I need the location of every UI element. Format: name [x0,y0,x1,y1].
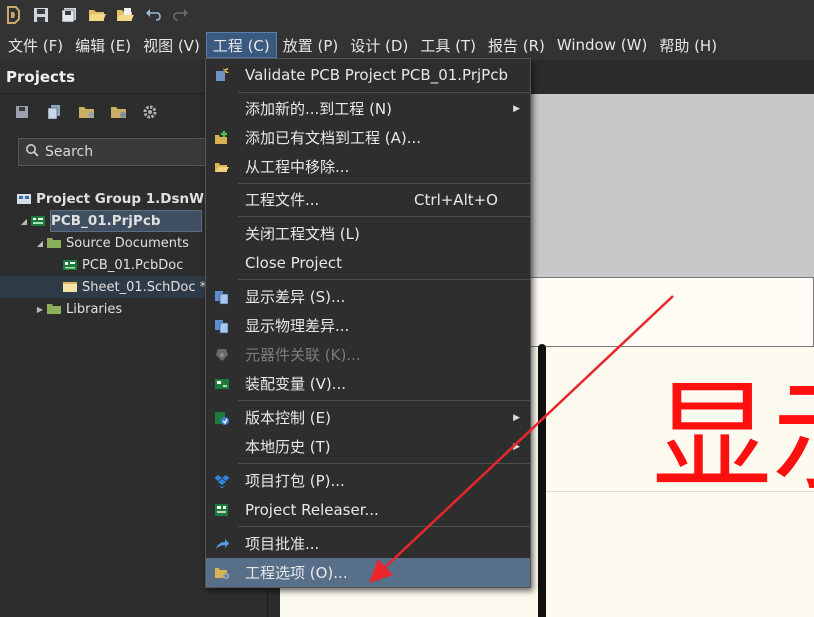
menu-item-remove-from-project[interactable]: 从工程中移除... [206,152,530,181]
tree-label-libraries: Libraries [66,301,123,317]
open-folder-icon[interactable] [88,6,106,24]
tree-label-project-group: Project Group 1.DsnWrk [36,191,220,207]
menu-item-project-options[interactable]: 工程选项 (O)... [206,558,530,587]
tree-label-sch-doc: Sheet_01.SchDoc * [82,279,207,295]
menu-place[interactable]: 放置 (P) [277,32,345,58]
menu-item-add-new[interactable]: 添加新的...到工程 (N) ▶ [206,94,530,123]
pcb-document-icon [62,259,78,271]
menu-item-version-control[interactable]: 版本控制 (E) ▶ [206,403,530,432]
menu-tools[interactable]: 工具 (T) [414,32,482,58]
folder-settings-icon[interactable] [110,104,128,122]
collapse-arrow-icon[interactable]: ◢ [18,217,30,226]
version-control-icon [214,410,230,426]
tree-label-source-documents: Source Documents [66,235,189,251]
pcb-project-icon [30,215,46,227]
submenu-arrow-icon: ▶ [513,441,520,452]
menu-separator [238,526,530,527]
quick-access-toolbar [0,0,814,30]
submenu-arrow-icon: ▶ [513,103,520,114]
menu-item-variants[interactable]: 装配变量 (V)... [206,369,530,398]
project-menu-dropdown: Validate PCB Project PCB_01.PrjPcb 添加新的.… [205,58,531,588]
sheet-text: 显示 [652,368,814,507]
menu-item-project-approval[interactable]: 项目批准... [206,529,530,558]
menu-item-validate-project[interactable]: Validate PCB Project PCB_01.PrjPcb [206,60,530,89]
package-icon [214,473,230,489]
diff-icon [214,289,230,305]
submenu-arrow-icon: ▶ [513,412,520,423]
collapse-arrow-icon[interactable]: ◢ [34,239,46,248]
add-existing-icon [214,130,230,146]
menu-item-close-project[interactable]: Close Project [206,248,530,277]
open-project-icon[interactable] [116,6,134,24]
schematic-wire [538,344,546,617]
validate-icon [214,67,230,83]
menu-item-component-links[interactable]: 元器件关联 (K)... [206,340,530,369]
physical-diff-icon [214,318,230,334]
menu-item-project-packager[interactable]: 项目打包 (P)... [206,466,530,495]
menu-bar: 文件 (F) 编辑 (E) 视图 (V) 工程 (C) 放置 (P) 设计 (D… [0,30,814,60]
menu-separator [238,463,530,464]
menu-item-project-files[interactable]: 工程文件... Ctrl+Alt+O [206,185,530,214]
menu-separator [238,92,530,93]
expand-arrow-icon[interactable]: ▶ [34,305,46,314]
undo-icon[interactable] [144,6,162,24]
remove-icon [214,159,230,175]
menu-edit[interactable]: 编辑 (E) [69,32,137,58]
menu-window[interactable]: Window (W) [551,32,653,58]
save-icon[interactable] [32,6,50,24]
redo-icon[interactable] [172,6,190,24]
save-all-icon[interactable] [60,6,78,24]
project-options-icon [214,565,230,581]
search-icon [25,143,39,161]
menu-item-add-existing[interactable]: 添加已有文档到工程 (A)... [206,123,530,152]
menu-item-local-history[interactable]: 本地历史 (T) ▶ [206,432,530,461]
approve-icon [214,536,230,552]
open-folder-icon[interactable] [78,104,96,122]
menu-item-show-physical-differences[interactable]: 显示物理差异... [206,311,530,340]
schematic-document-icon [62,281,78,293]
folder-icon [46,303,62,315]
menu-separator [238,183,530,184]
menu-item-close-project-documents[interactable]: 关闭工程文档 (L) [206,219,530,248]
menu-view[interactable]: 视图 (V) [137,32,206,58]
menu-item-project-releaser[interactable]: Project Releaser... [206,495,530,524]
save-icon[interactable] [14,104,32,122]
menu-item-show-differences[interactable]: 显示差异 (S)... [206,282,530,311]
folder-icon [46,237,62,249]
shortcut-project-files: Ctrl+Alt+O [414,190,498,209]
variants-icon [214,376,230,392]
menu-separator [238,279,530,280]
workspace-icon [16,193,32,205]
copy-document-icon[interactable] [46,104,64,122]
component-link-icon [214,347,230,363]
menu-help[interactable]: 帮助 (H) [653,32,723,58]
tree-label-pcb-doc: PCB_01.PcbDoc [82,257,184,273]
menu-design[interactable]: 设计 (D) [344,32,414,58]
search-placeholder: Search [45,144,94,160]
menu-reports[interactable]: 报告 (R) [482,32,551,58]
menu-separator [238,216,530,217]
menu-project[interactable]: 工程 (C) [205,32,277,58]
menu-separator [238,400,530,401]
menu-file[interactable]: 文件 (F) [2,32,69,58]
releaser-icon [214,502,230,518]
tree-label-project: PCB_01.PrjPcb [50,210,202,232]
gear-icon[interactable] [142,104,160,122]
app-logo-icon[interactable] [4,6,22,24]
projects-panel-toolbar [14,104,160,122]
